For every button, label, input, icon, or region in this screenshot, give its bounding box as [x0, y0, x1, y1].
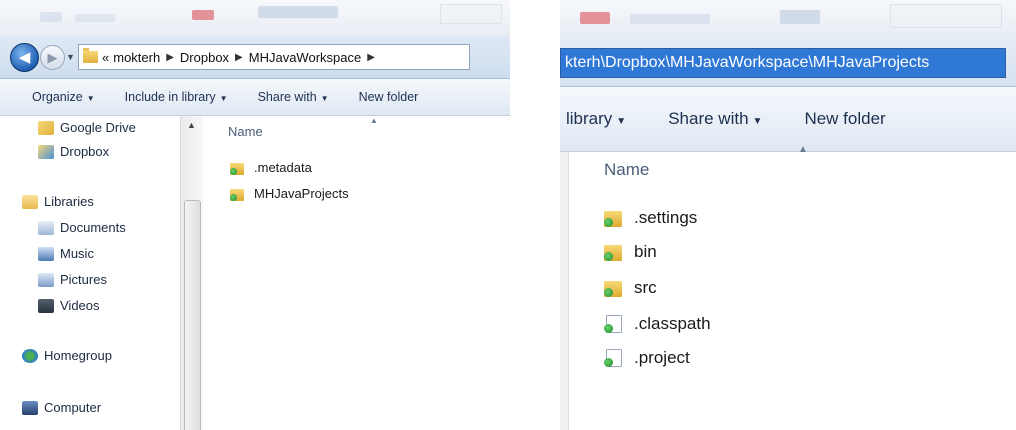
folder-icon	[83, 48, 98, 63]
nav-pane-edge-scrollbar[interactable]	[560, 152, 569, 430]
computer-icon	[22, 400, 38, 415]
command-bar: Organize ▼ Include in library ▼ Share with…	[0, 79, 510, 116]
navigation-pane: Google Drive Dropbox Libraries Documents…	[0, 116, 188, 430]
synced-folder-icon	[604, 243, 626, 261]
synced-folder-icon	[604, 209, 626, 227]
chevron-right-icon[interactable]: ▶	[166, 52, 174, 63]
documents-icon	[38, 220, 54, 235]
share-with-button[interactable]: Share with ▼	[668, 109, 762, 129]
synced-file-icon	[604, 315, 626, 333]
nav-item-computer[interactable]: Computer	[22, 400, 101, 415]
file-row-project[interactable]: .project	[604, 348, 690, 368]
forward-button[interactable]: ▶	[40, 45, 65, 70]
homegroup-icon	[22, 348, 38, 363]
file-row-src[interactable]: src	[604, 278, 657, 298]
nav-item-homegroup[interactable]: Homegroup	[22, 348, 112, 363]
synced-file-icon	[604, 349, 626, 367]
address-bar-row: ◀ ▶ ▼ « mokterh ▶ Dropbox ▶ MHJavaWorksp…	[0, 36, 510, 79]
file-row-bin[interactable]: bin	[604, 242, 657, 262]
sort-ascending-icon: ▲	[370, 116, 378, 125]
breadcrumb-overflow[interactable]: «	[102, 50, 109, 65]
dropbox-icon	[38, 144, 54, 159]
file-row-mhjavaprojects[interactable]: MHJavaProjects	[230, 186, 349, 201]
file-row-metadata[interactable]: .metadata	[230, 160, 312, 175]
synced-folder-icon	[230, 187, 248, 201]
include-in-library-button[interactable]: Include in library ▼	[125, 90, 228, 104]
nav-item-pictures[interactable]: Pictures	[38, 272, 107, 287]
command-bar: library ▼ Share with ▼ New folder	[560, 87, 1016, 152]
file-row-classpath[interactable]: .classpath	[604, 314, 711, 334]
synced-folder-icon	[604, 279, 626, 297]
explorer-window-right-zoomed: kterh\Dropbox\MHJavaWorkspace\MHJavaProj…	[560, 0, 1016, 430]
breadcrumb-item[interactable]: mokterh	[113, 50, 160, 65]
breadcrumb-item[interactable]: Dropbox	[180, 50, 229, 65]
nav-item-documents[interactable]: Documents	[38, 220, 126, 235]
nav-item-videos[interactable]: Videos	[38, 298, 100, 313]
back-button[interactable]: ◀	[10, 43, 39, 72]
breadcrumb-item[interactable]: MHJavaWorkspace	[249, 50, 361, 65]
nav-item-music[interactable]: Music	[38, 246, 94, 261]
scrollbar-thumb[interactable]	[184, 200, 201, 430]
ribbon-strip	[0, 0, 510, 36]
new-folder-button[interactable]: New folder	[804, 109, 885, 129]
videos-icon	[38, 298, 54, 313]
nav-item-libraries[interactable]: Libraries	[22, 194, 94, 209]
google-drive-icon	[38, 120, 54, 135]
organize-button[interactable]: Organize ▼	[32, 90, 95, 104]
explorer-window-left: ◀ ▶ ▼ « mokterh ▶ Dropbox ▶ MHJavaWorksp…	[0, 0, 510, 430]
pictures-icon	[38, 272, 54, 287]
file-row-settings[interactable]: .settings	[604, 208, 697, 228]
ribbon-strip	[560, 0, 1016, 36]
new-folder-button[interactable]: New folder	[359, 90, 419, 104]
column-header-name[interactable]: Name	[228, 124, 263, 139]
nav-item-dropbox[interactable]: Dropbox	[38, 144, 109, 159]
column-header-name[interactable]: Name	[604, 160, 649, 180]
sort-ascending-icon: ▲	[798, 144, 808, 155]
share-with-button[interactable]: Share with ▼	[258, 90, 329, 104]
libraries-icon	[22, 194, 38, 209]
music-icon	[38, 246, 54, 261]
recent-pages-dropdown[interactable]: ▼	[66, 52, 75, 62]
include-in-library-button[interactable]: library ▼	[566, 109, 626, 129]
address-bar-selected[interactable]: kterh\Dropbox\MHJavaWorkspace\MHJavaProj…	[560, 48, 1006, 78]
nav-item-google-drive[interactable]: Google Drive	[38, 120, 136, 135]
nav-pane-scrollbar[interactable]: ▲	[180, 116, 203, 430]
synced-folder-icon	[230, 161, 248, 175]
chevron-right-icon[interactable]: ▶	[235, 52, 243, 63]
address-bar[interactable]: « mokterh ▶ Dropbox ▶ MHJavaWorkspace ▶	[78, 44, 470, 70]
address-bar-row: kterh\Dropbox\MHJavaWorkspace\MHJavaProj…	[560, 36, 1016, 87]
chevron-right-icon[interactable]: ▶	[367, 52, 375, 63]
scroll-up-arrow-icon[interactable]: ▲	[187, 120, 196, 130]
